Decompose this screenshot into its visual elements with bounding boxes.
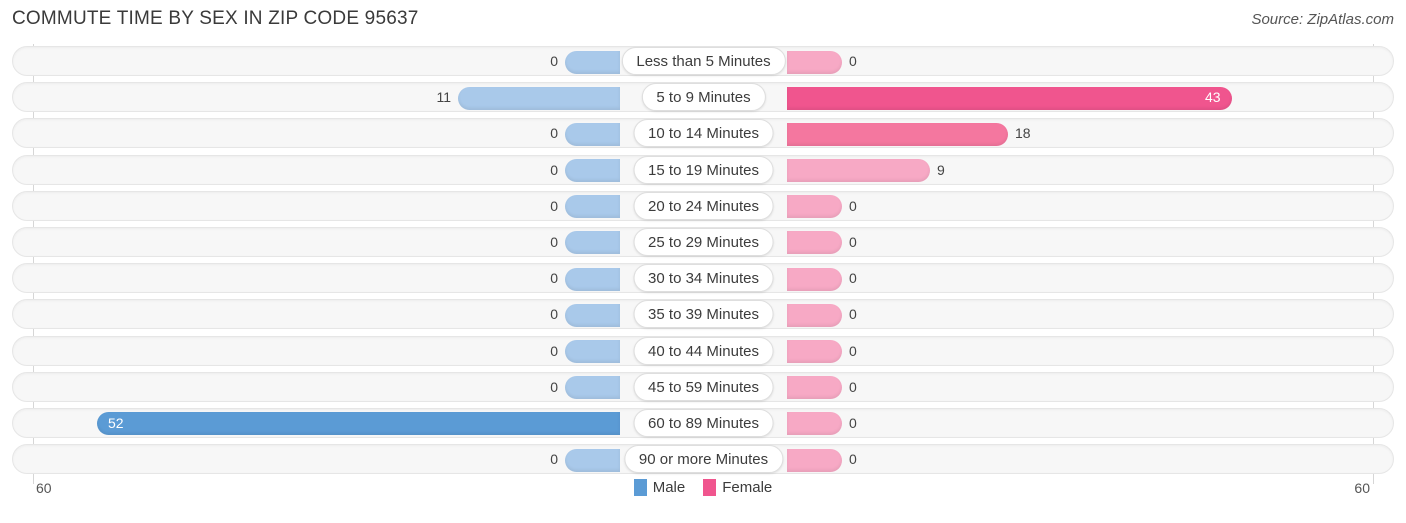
chart-row: 11 43 5 to 9 Minutes	[0, 80, 1406, 116]
bar-female[interactable]	[787, 303, 842, 327]
bar-female[interactable]	[787, 159, 930, 183]
value-label-male: 0	[550, 197, 558, 214]
chart-row: 0 0 45 to 59 Minutes	[0, 370, 1406, 406]
category-label: 30 to 34 Minutes	[633, 264, 774, 293]
value-label-female: 0	[849, 306, 857, 323]
bar-male[interactable]	[565, 195, 620, 219]
category-label: 90 or more Minutes	[623, 445, 784, 474]
chart-row: 0 0 Less than 5 Minutes	[0, 44, 1406, 80]
bar-female[interactable]	[787, 412, 842, 436]
bar-female[interactable]	[787, 267, 842, 291]
chart-row: 0 0 40 to 44 Minutes	[0, 334, 1406, 370]
category-label: 5 to 9 Minutes	[641, 83, 766, 112]
legend-item-female[interactable]: Female	[703, 479, 772, 496]
value-label-male: 0	[550, 53, 558, 69]
legend-swatch-female-icon	[703, 479, 717, 496]
value-label-male: 52	[108, 414, 124, 431]
bar-male[interactable]	[458, 86, 620, 110]
chart-legend: Male Female	[0, 479, 1406, 496]
chart-row: 0 18 10 to 14 Minutes	[0, 116, 1406, 152]
category-label: 35 to 39 Minutes	[633, 300, 774, 329]
chart-row: 0 0 30 to 34 Minutes	[0, 261, 1406, 297]
value-label-male: 0	[550, 125, 558, 142]
category-label: 25 to 29 Minutes	[633, 227, 774, 256]
value-label-female: 0	[849, 233, 857, 250]
category-label: 40 to 44 Minutes	[633, 336, 774, 365]
value-label-female: 43	[1205, 89, 1221, 106]
bar-female[interactable]	[787, 376, 842, 400]
bar-male[interactable]	[565, 231, 620, 255]
value-label-male: 0	[550, 233, 558, 250]
bar-male[interactable]	[565, 448, 620, 472]
legend-label-female: Female	[722, 479, 773, 496]
value-label-male: 0	[550, 306, 558, 323]
category-label: 45 to 59 Minutes	[633, 372, 774, 401]
bar-male[interactable]	[97, 412, 620, 436]
bar-female[interactable]	[787, 231, 842, 255]
value-label-female: 0	[849, 197, 857, 214]
chart-plot-area: 0 0 Less than 5 Minutes 11 43 5 to 9 Minutes 0…	[0, 44, 1406, 484]
bar-male[interactable]	[565, 159, 620, 183]
chart-row: 0 0 25 to 29 Minutes	[0, 225, 1406, 261]
legend-swatch-male-icon	[633, 479, 647, 496]
chart-row: 0 0 35 to 39 Minutes	[0, 297, 1406, 333]
chart-row: 0 0 20 to 24 Minutes	[0, 189, 1406, 225]
chart-row: 0 9 15 to 19 Minutes	[0, 153, 1406, 189]
category-label: 10 to 14 Minutes	[633, 119, 774, 148]
bar-female[interactable]	[787, 50, 842, 74]
bar-female[interactable]	[787, 195, 842, 219]
value-label-female: 0	[849, 451, 857, 468]
value-label-female: 9	[937, 161, 945, 178]
page-title: COMMUTE TIME BY SEX IN ZIP CODE 95637	[12, 8, 419, 29]
category-label: 15 to 19 Minutes	[633, 155, 774, 184]
legend-item-male[interactable]: Male	[633, 479, 686, 496]
chart-row: 0 0 90 or more Minutes	[0, 442, 1406, 478]
value-label-male: 0	[550, 378, 558, 395]
chart-rows: 0 0 Less than 5 Minutes 11 43 5 to 9 Minutes 0…	[0, 44, 1406, 478]
bar-female[interactable]	[787, 340, 842, 363]
chart-row: 52 0 60 to 89 Minutes	[0, 406, 1406, 442]
bar-male[interactable]	[565, 122, 620, 146]
category-label: 20 to 24 Minutes	[633, 191, 774, 220]
bar-male[interactable]	[565, 340, 620, 363]
value-label-male: 0	[550, 270, 558, 287]
bar-female[interactable]	[787, 122, 1008, 146]
value-label-female: 0	[849, 270, 857, 287]
value-label-male: 0	[550, 342, 558, 359]
value-label-male: 11	[436, 89, 451, 106]
value-label-male: 0	[550, 451, 558, 468]
category-label: Less than 5 Minutes	[621, 47, 786, 75]
value-label-female: 18	[1015, 125, 1031, 142]
bar-male[interactable]	[565, 303, 620, 327]
category-label: 60 to 89 Minutes	[633, 408, 774, 437]
value-label-female: 0	[849, 53, 857, 69]
bar-female[interactable]	[787, 448, 842, 472]
chart-header: COMMUTE TIME BY SEX IN ZIP CODE 95637 So…	[0, 0, 1406, 44]
value-label-male: 0	[550, 161, 558, 178]
value-label-female: 0	[849, 378, 857, 395]
value-label-female: 0	[849, 342, 857, 359]
value-label-female: 0	[849, 414, 857, 431]
chart-footer: 60 60 Male Female	[0, 476, 1406, 516]
bar-male[interactable]	[565, 50, 620, 74]
bar-male[interactable]	[565, 376, 620, 400]
source-label: Source: ZipAtlas.com	[1251, 11, 1394, 28]
bar-male[interactable]	[565, 267, 620, 291]
legend-label-male: Male	[652, 479, 686, 496]
bar-female[interactable]	[787, 86, 1232, 110]
